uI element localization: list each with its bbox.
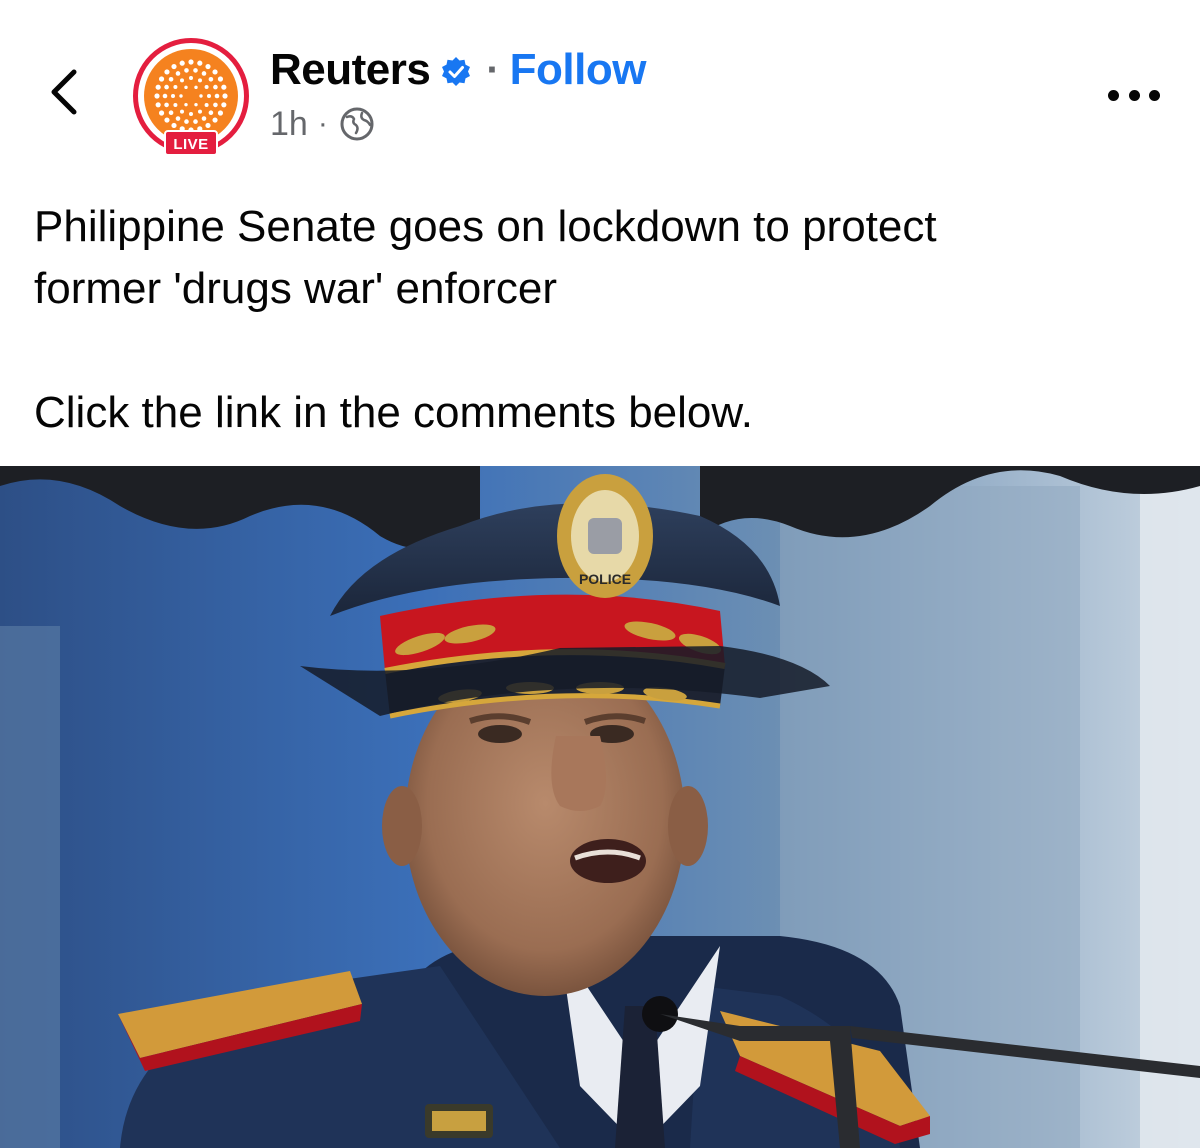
page-avatar[interactable]: LIVE [133, 38, 249, 156]
logo-dot [158, 110, 165, 116]
live-badge: LIVE [164, 130, 218, 156]
logo-dot [175, 71, 181, 76]
more-options-button[interactable] [1104, 80, 1164, 110]
back-button[interactable] [40, 62, 90, 122]
logo-dot [189, 76, 193, 80]
logo-dot [214, 93, 220, 99]
logo-dot [155, 84, 161, 90]
meta-separator: · [317, 107, 328, 140]
logo-dot [193, 119, 198, 124]
logo-dot [158, 76, 165, 82]
post-text: Philippine Senate goes on lockdown to pr… [34, 196, 1164, 444]
logo-dot [175, 116, 181, 121]
follow-button[interactable]: Follow [510, 45, 647, 95]
logo-dot [180, 109, 184, 114]
name-separator: · [486, 47, 500, 92]
post-text-line: former 'drugs war' enforcer [34, 264, 557, 313]
logo-dot [179, 94, 183, 98]
logo-dot [164, 84, 169, 90]
logo-dot [171, 122, 177, 129]
verified-badge-icon [442, 57, 471, 86]
logo-dot [208, 110, 214, 116]
more-options-icon [1108, 89, 1119, 101]
logo-dot [193, 68, 198, 73]
logo-dot [201, 71, 207, 76]
logo-dot [180, 78, 184, 83]
logo-dot [212, 69, 218, 75]
logo-dot [213, 84, 218, 90]
logo-dot [198, 78, 202, 83]
logo-dot [207, 94, 211, 98]
logo-dot [184, 85, 188, 90]
logo-dot [208, 76, 214, 82]
logo-dot [173, 85, 178, 89]
logo-dot [194, 85, 198, 90]
logo-dot [197, 60, 203, 66]
chevron-left-icon [51, 69, 77, 115]
logo-dot [204, 85, 209, 89]
logo-dot [164, 69, 170, 75]
logo-dot [184, 68, 189, 73]
post-photo[interactable]: POLICE [0, 466, 1200, 1148]
name-row: Reuters · Follow [270, 40, 646, 100]
logo-dot [168, 110, 174, 116]
post-text-line: Click the link in the comments below. [34, 388, 753, 437]
logo-dot [213, 102, 218, 108]
page-name[interactable]: Reuters [270, 45, 431, 95]
logo-dot [173, 103, 178, 107]
logo-dot [217, 110, 224, 116]
logo-dot [162, 93, 168, 99]
logo-dot [164, 102, 169, 108]
logo-dot [154, 93, 160, 99]
logo-dot [184, 102, 188, 107]
post-meta: 1h · [270, 102, 376, 146]
logo-dot [222, 93, 228, 99]
globe-icon [340, 107, 374, 141]
more-options-dot [1149, 89, 1160, 101]
cap-badge-text: POLICE [579, 571, 631, 587]
logo-dot [205, 63, 211, 70]
post-photo-illustration: POLICE [0, 466, 1200, 1148]
logo-dot [188, 59, 194, 65]
logo-dot [189, 112, 193, 116]
logo-dot [171, 63, 177, 70]
logo-dot [198, 109, 202, 114]
logo-dot [179, 60, 185, 66]
post-timestamp[interactable]: 1h [270, 105, 308, 144]
logo-dot [201, 116, 207, 121]
logo-dot [217, 76, 224, 82]
logo-dot [194, 102, 198, 107]
logo-dot [184, 119, 189, 124]
more-options-dot [1128, 89, 1140, 101]
logo-dot [212, 117, 218, 123]
logo-dot [171, 94, 175, 98]
logo-dot [155, 102, 161, 108]
logo-dot [205, 122, 211, 129]
reuters-logo-icon [144, 49, 238, 143]
post-text-line: Philippine Senate goes on lockdown to pr… [34, 202, 937, 251]
logo-dot [164, 117, 170, 123]
logo-dot [204, 103, 209, 107]
logo-dot [168, 76, 174, 82]
logo-dot [221, 84, 227, 90]
logo-dot [199, 94, 203, 98]
post-header: LIVE Reuters · Follow 1h · [0, 0, 1200, 180]
logo-dot [221, 102, 227, 108]
